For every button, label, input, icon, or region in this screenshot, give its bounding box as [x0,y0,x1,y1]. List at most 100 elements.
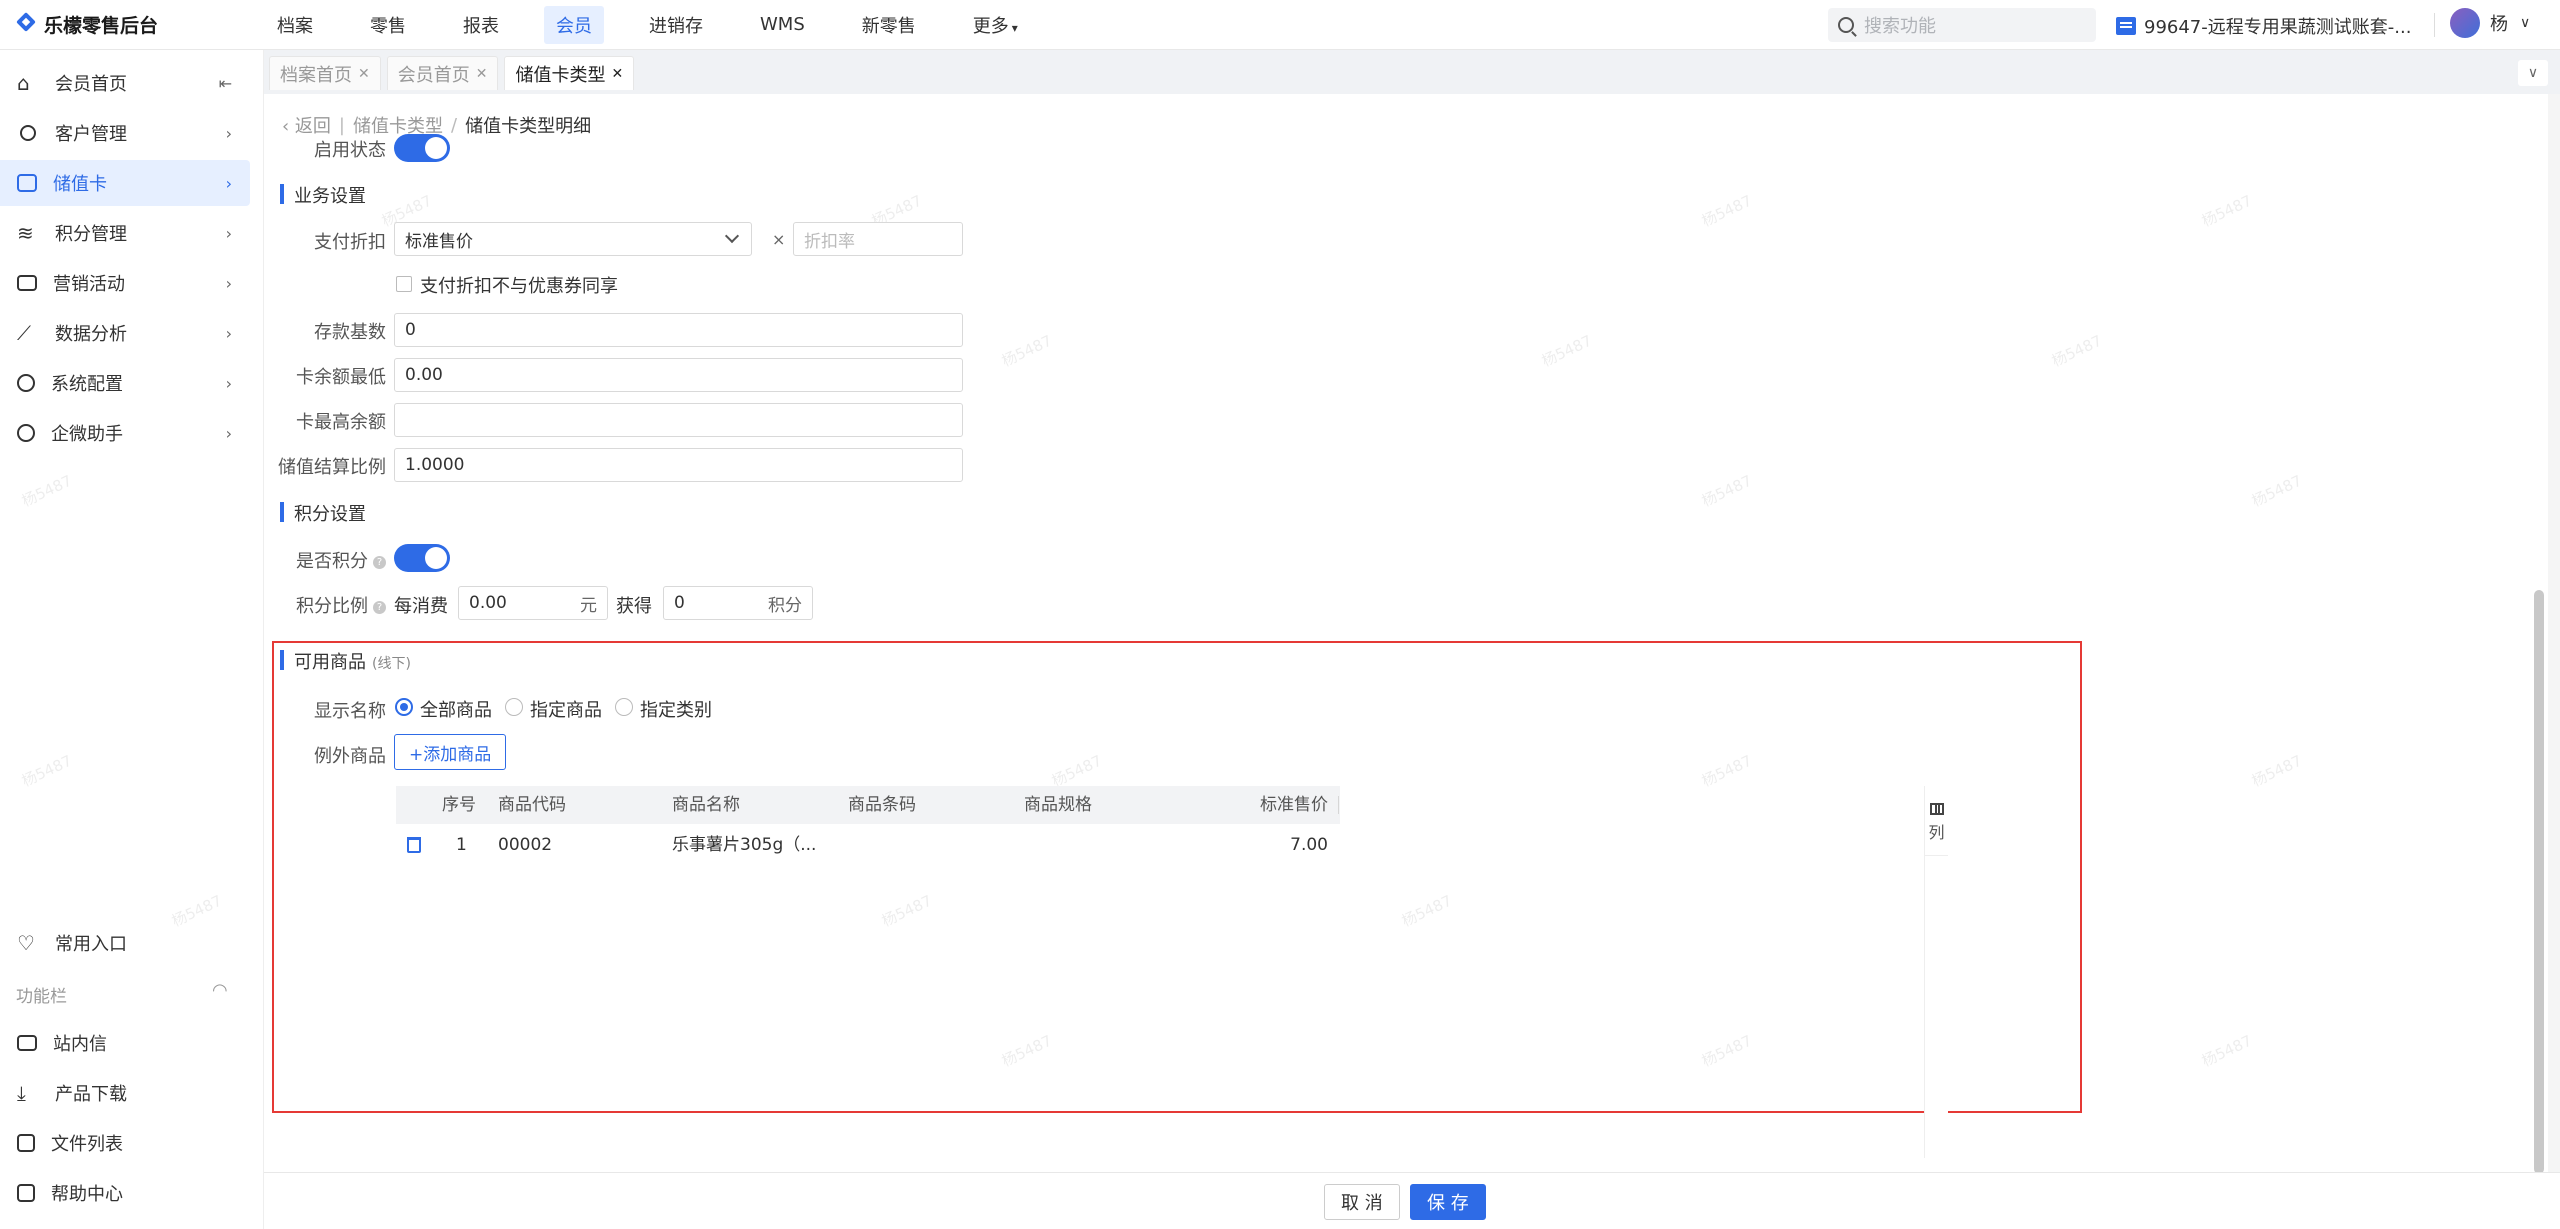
column-header-barcode[interactable]: 商品条码 [848,786,1008,824]
enable-status-toggle[interactable] [394,134,450,162]
sidebar-item-downloads[interactable]: ⤓ 产品下载 [0,1070,250,1116]
chevron-down-icon: ∨ [2520,15,2531,31]
app-logo[interactable]: 乐檬零售后台 [0,11,265,38]
cell-index: 1 [456,835,467,855]
nav-item-more[interactable]: 更多 ▾ [961,6,1030,44]
nav-item-inventory[interactable]: 进销存 [637,6,715,44]
chat-icon [17,424,35,442]
sidebar-item-label: 常用入口 [55,934,127,955]
add-goods-button[interactable]: +添加商品 [394,734,507,770]
min-balance-input[interactable]: 0.00 [394,358,963,392]
pay-discount-select[interactable]: 标准售价 [394,222,752,256]
nav-item-archive[interactable]: 档案 [265,6,325,44]
min-balance-label: 卡余额最低 [296,367,386,388]
discount-rate-input[interactable]: 折扣率 [793,222,963,256]
tab-member-home[interactable]: 会员首页 ✕ [386,56,499,90]
sidebar-item-messages[interactable]: 站内信 [0,1020,250,1066]
card-icon [17,174,37,192]
download-icon: ⤓ [17,1081,26,1105]
points-settings-title: 积分设置 [280,500,366,526]
radio-all-goods[interactable] [395,698,413,716]
sidebar-item-favorites[interactable]: ♡ 常用入口 [0,920,250,966]
help-icon[interactable]: ? [373,600,386,614]
scrollbar-thumb[interactable] [2534,590,2544,1174]
close-icon[interactable]: ✕ [611,66,623,82]
tabs-dropdown-button[interactable]: ∨ [2518,60,2548,86]
store-name: 99647-远程专用果蔬测试账套-... [2144,17,2412,38]
min-balance-value: 0.00 [405,365,443,385]
back-link[interactable]: ‹ 返回 [282,112,331,138]
chevron-right-icon: › [225,323,232,343]
radio-specified-goods-label[interactable]: 指定商品 [530,696,602,722]
column-header-code[interactable]: 商品代码 [498,786,658,824]
delete-icon[interactable] [407,837,421,853]
chevron-right-icon: › [225,423,232,443]
no-coupon-checkbox[interactable] [396,276,412,292]
sidebar-item-label: 营销活动 [53,274,125,295]
radio-specified-category-label[interactable]: 指定类别 [640,696,712,722]
column-settings-button[interactable]: 列 [1925,786,1948,856]
save-button[interactable]: 保 存 [1410,1184,1486,1220]
settle-ratio-input[interactable]: 1.0000 [394,448,963,482]
search-input[interactable]: 搜索功能 [1828,8,2096,42]
sidebar-item-points[interactable]: ≋ 积分管理 › [0,210,250,256]
column-header-price[interactable]: 标准售价 [1196,786,1328,824]
column-header-index[interactable]: 序号 [442,786,482,824]
help-icon[interactable]: ? [373,555,386,569]
sidebar-item-file-list[interactable]: 文件列表 [0,1120,250,1166]
sidebar-item-label: 会员首页 [55,74,127,95]
sidebar-item-label: 数据分析 [55,324,127,345]
tab-archive-home[interactable]: 档案首页 ✕ [269,56,381,90]
sidebar-item-label: 积分管理 [55,224,127,245]
scrollbar-track[interactable] [2548,94,2560,1172]
sidebar-item-customers[interactable]: 客户管理 › [0,110,250,156]
file-list-icon [17,1134,35,1152]
sidebar-item-member-home[interactable]: ⌂ 会员首页 ⇤ [0,60,250,106]
close-icon[interactable]: ✕ [476,66,488,82]
headset-icon[interactable]: ◠ [212,980,228,1001]
caret-down-icon: ▾ [1011,20,1018,35]
nav-item-retail[interactable]: 零售 [358,6,418,44]
sidebar-item-analytics[interactable]: ⟋ 数据分析 › [0,310,250,356]
points-amount-input[interactable]: 0 积分 [663,586,813,620]
column-header-name[interactable]: 商品名称 [672,786,832,824]
chevron-right-icon: › [225,373,232,393]
points-enabled-text: 是否积分 [296,551,368,572]
page-tabs: 档案首页 ✕ 会员首页 ✕ 储值卡类型 ✕ ∨ [264,50,2560,94]
deposit-base-input[interactable]: 0 [394,313,963,347]
chevron-right-icon: › [225,223,232,243]
tab-stored-value-card-type[interactable]: 储值卡类型 ✕ [504,56,635,90]
sidebar-item-stored-value-card[interactable]: 储值卡 › [0,160,250,206]
user-menu[interactable]: 杨 ∨ [2450,8,2530,38]
points-ratio-label: 积分比例? [270,592,386,618]
radio-all-goods-label[interactable]: 全部商品 [420,696,492,722]
heart-icon: ♡ [17,931,35,955]
sidebar-item-system-config[interactable]: 系统配置 › [0,360,250,406]
nav-item-reports[interactable]: 报表 [451,6,511,44]
sidebar-item-marketing[interactable]: 营销活动 › [0,260,250,306]
store-selector[interactable]: 99647-远程专用果蔬测试账套-... [2116,13,2411,39]
business-settings-title: 业务设置 [280,182,366,208]
available-goods-subtitle: (线下) [372,656,411,672]
nav-item-members[interactable]: 会员 [544,5,604,44]
sidebar-item-label: 系统配置 [51,374,123,395]
sidebar-item-wecom-assistant[interactable]: 企微助手 › [0,410,250,456]
chevron-right-icon: › [225,273,232,293]
breadcrumb-separator: | [338,114,345,136]
max-balance-input[interactable] [394,403,963,437]
sidebar-item-help[interactable]: 帮助中心 [0,1170,250,1216]
gear-icon [17,374,35,392]
nav-item-wms[interactable]: WMS [748,8,817,41]
radio-specified-goods[interactable] [505,698,523,716]
nav-item-new-retail[interactable]: 新零售 [850,6,928,44]
points-enabled-toggle[interactable] [394,544,450,572]
table-row[interactable]: 1 00002 乐事薯片305g（... 7.00 [396,826,1340,866]
cancel-button[interactable]: 取 消 [1324,1184,1400,1220]
column-header-spec[interactable]: 商品规格 [1024,786,1184,824]
radio-specified-category[interactable] [615,698,633,716]
close-icon[interactable]: ✕ [358,66,370,82]
collapse-sidebar-icon[interactable]: ⇤ [219,74,232,93]
cell-name: 乐事薯片305g（... [672,835,817,855]
breadcrumb-current: 储值卡类型明细 [465,116,592,137]
spend-amount-input[interactable]: 0.00 元 [458,586,608,620]
